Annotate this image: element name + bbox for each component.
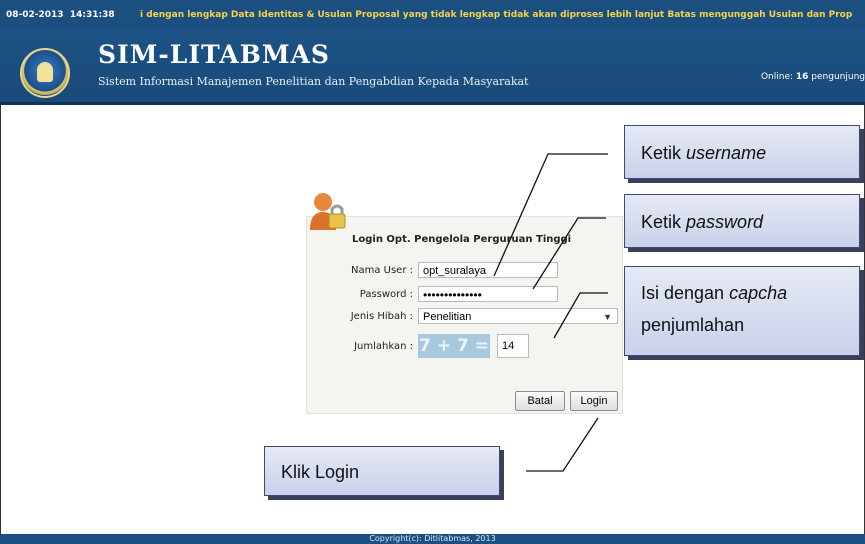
captcha-image: 7 + 7 =: [418, 334, 490, 358]
callout-username: Ketik username: [624, 125, 860, 179]
login-button[interactable]: Login: [570, 391, 618, 411]
username-input[interactable]: opt_suralaya: [418, 262, 558, 278]
hibah-select[interactable]: Penelitian ▼: [418, 308, 618, 324]
site-subtitle: Sistem Informasi Manajemen Penelitian da…: [98, 75, 529, 88]
captcha-input[interactable]: 14: [497, 334, 529, 358]
online-counter: Online: 16 pengunjung: [761, 72, 865, 82]
callout-captcha-em: capcha: [729, 283, 788, 303]
online-count: 16: [795, 72, 809, 82]
password-label: Password :: [359, 289, 413, 300]
ticker-bar: 08-02-2013 14:31:38 i dengan lengkap Dat…: [0, 0, 865, 30]
time: 14:31:38: [69, 10, 115, 20]
callout-login: Klik Login: [264, 446, 500, 496]
hibah-selected: Penelitian: [423, 311, 472, 323]
site-title[interactable]: SIM-LITABMAS: [98, 40, 330, 69]
callout-password-text: Ketik: [641, 212, 687, 232]
callout-username-text: Ketik: [641, 143, 687, 163]
online-suffix: pengunjung: [811, 72, 865, 82]
cancel-button[interactable]: Batal: [515, 391, 565, 411]
dropdown-arrow-icon: ▼: [603, 312, 612, 322]
login-title: Login Opt. Pengelola Perguruan Tinggi: [352, 234, 572, 245]
callout-password: Ketik password: [624, 194, 860, 248]
callout-username-em: username: [686, 143, 767, 163]
username-label: Nama User :: [351, 265, 413, 276]
hibah-label: Jenis Hibah :: [350, 311, 413, 322]
callout-password-em: password: [686, 212, 764, 232]
date: 08-02-2013: [6, 10, 64, 20]
announcement-ticker: i dengan lengkap Data Identitas & Usulan…: [140, 10, 853, 20]
footer: Copyright(c): Ditlitabmas, 2013: [0, 534, 865, 544]
callout-captcha: Isi dengan capcha penjumlahan: [624, 266, 860, 356]
online-label: Online:: [760, 72, 794, 82]
tutwuri-logo-icon: [20, 48, 70, 98]
user-lock-icon: [310, 193, 346, 230]
captcha-label: Jumlahkan :: [354, 341, 413, 352]
datetime: 08-02-2013 14:31:38: [6, 0, 115, 30]
password-input[interactable]: ••••••••••••••: [418, 286, 558, 302]
callout-captcha-line2: penjumlahan: [641, 315, 745, 335]
callout-captcha-text: Isi dengan: [641, 283, 730, 303]
